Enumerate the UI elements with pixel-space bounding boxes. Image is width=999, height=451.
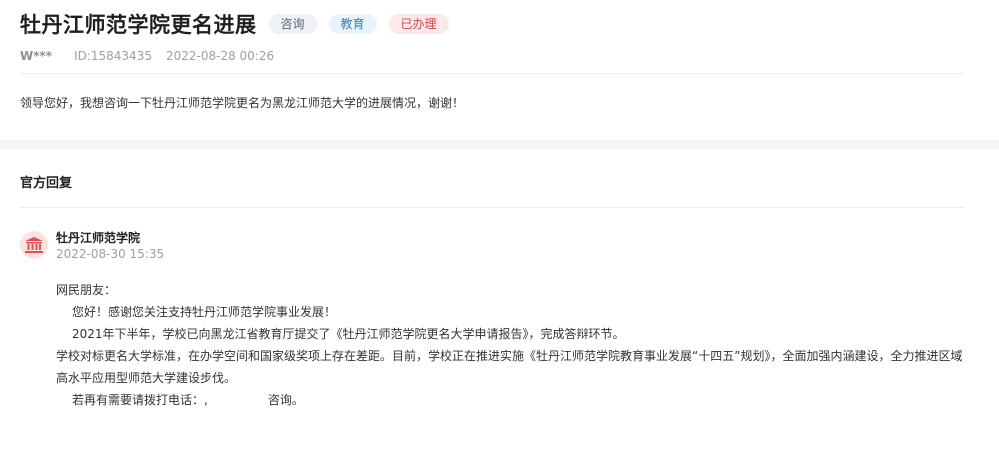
tag-education: 教育 — [328, 14, 377, 34]
page-title: 牡丹江师范学院更名进展 — [20, 13, 257, 37]
redacted-phone — [208, 395, 268, 407]
reply-paragraph: 学校对标更名大学标准，在办学空间和国家级奖项上存在差距。目前，学校正在推进实施《… — [56, 349, 963, 385]
org-name: 牡丹江师范学院 — [56, 231, 141, 245]
reply-time: 2022-08-30 15:35 — [56, 247, 165, 261]
reply-body: 网民朋友： 您好！感谢您关注支持牡丹江师范学院事业发展！ 2021年下半年，学校… — [56, 279, 966, 411]
question-id: ID:15843435 — [74, 49, 152, 63]
contact-suffix: 咨询。 — [267, 393, 304, 407]
reply-paragraph: 2021年下半年，学校已向黑龙江省教育厅提交了《牡丹江师范学院更名大学申请报告》… — [72, 327, 625, 341]
contact-prefix: 若再有需要请拨打电话： — [72, 393, 205, 407]
question-time: 2022-08-28 00:26 — [165, 49, 275, 63]
building-icon — [25, 237, 43, 253]
status-badge: 已办理 — [388, 14, 449, 34]
section-title: 官方回复 — [20, 176, 73, 191]
question-text: 领导您好，我想咨询一下牡丹江师范学院更名为黑龙江师范大学的进展情况，谢谢！ — [20, 96, 465, 110]
reply-greeting: 网民朋友： — [56, 283, 117, 297]
question-card: 牡丹江师范学院更名进展 咨询 教育 已办理 W*** ID:15843435 2… — [0, 0, 999, 140]
title-row: 牡丹江师范学院更名进展 咨询 教育 已办理 — [20, 10, 449, 38]
divider — [20, 73, 964, 74]
reply-paragraph: 您好！感谢您关注支持牡丹江师范学院事业发展！ — [72, 305, 337, 319]
question-meta: W*** ID:15843435 2022-08-28 00:26 — [20, 49, 274, 63]
tag-consult: 咨询 — [268, 14, 317, 34]
avatar — [20, 231, 48, 259]
reply-contact: 若再有需要请拨打电话：, 咨询。 — [56, 389, 966, 411]
divider — [20, 207, 964, 208]
user-name: W*** — [20, 49, 53, 63]
